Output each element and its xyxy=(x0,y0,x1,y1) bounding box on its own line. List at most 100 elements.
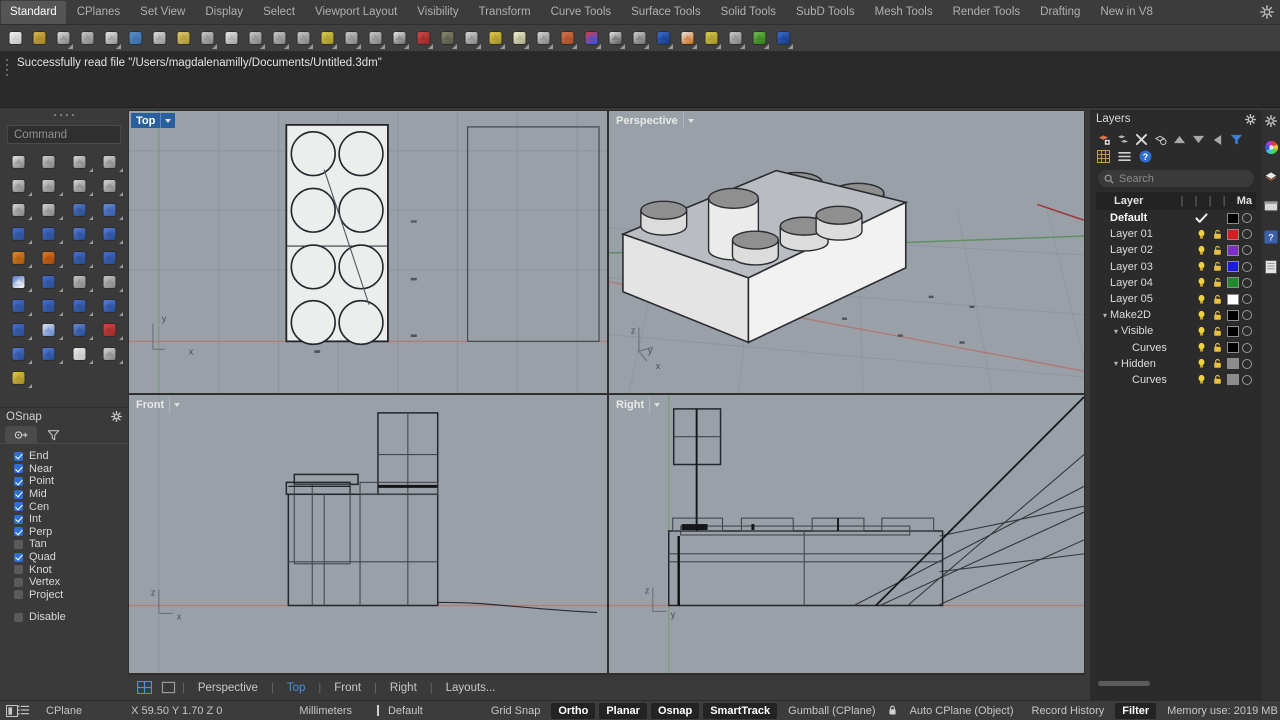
save-file-icon[interactable] xyxy=(52,28,74,49)
rectangle-icon[interactable] xyxy=(95,174,124,197)
offset-curve-icon[interactable] xyxy=(65,270,94,293)
trim-icon[interactable] xyxy=(65,246,94,269)
layer-color-swatch[interactable] xyxy=(1227,293,1239,305)
boolean-union-icon[interactable] xyxy=(4,270,33,293)
layer-material-icon[interactable] xyxy=(1242,294,1252,305)
layer-material-icon[interactable] xyxy=(1242,245,1252,256)
layer-row[interactable]: ▾ Visible xyxy=(1090,323,1262,339)
polyline-icon[interactable] xyxy=(65,150,94,173)
viewport-front-label[interactable]: Front xyxy=(131,397,184,412)
status-toggle-osnap[interactable]: Osnap xyxy=(650,702,700,719)
new-sublayer-icon[interactable] xyxy=(1115,132,1130,147)
layer-twisty-icon[interactable]: ▾ xyxy=(1111,327,1121,336)
layer-color-swatch[interactable] xyxy=(1227,212,1239,224)
shaded-view-icon[interactable] xyxy=(604,28,626,49)
osnap-int-checkbox[interactable] xyxy=(14,514,23,524)
gear-icon[interactable] xyxy=(1260,5,1274,19)
move-left-icon[interactable] xyxy=(1210,132,1225,147)
circle-icon[interactable] xyxy=(4,174,33,197)
current-layer-name[interactable]: Default xyxy=(379,701,432,720)
point-grid-icon[interactable] xyxy=(65,318,94,341)
layer-row[interactable]: Curves xyxy=(1090,340,1262,356)
layer-visibility-bulb-icon[interactable] xyxy=(1195,293,1208,306)
analyze-icon[interactable] xyxy=(95,318,124,341)
osnap-end[interactable]: End xyxy=(14,450,128,463)
osnap-perp[interactable]: Perp xyxy=(14,526,128,539)
single-view-layout-icon[interactable] xyxy=(158,680,178,696)
layer-material-icon[interactable] xyxy=(1242,310,1252,321)
join-icon[interactable] xyxy=(34,246,63,269)
units-label[interactable]: Millimeters xyxy=(231,701,361,720)
grid-view-icon[interactable] xyxy=(1096,149,1111,164)
status-toggle-auto-cplane-object-[interactable]: Auto CPlane (Object) xyxy=(901,701,1023,720)
menu-tab-visibility[interactable]: Visibility xyxy=(408,1,467,24)
osnap-vertex[interactable]: Vertex xyxy=(14,576,128,589)
layer-visibility-bulb-icon[interactable] xyxy=(1195,373,1208,386)
viewport-layout-icon[interactable] xyxy=(388,28,410,49)
osnap-near-checkbox[interactable] xyxy=(14,464,23,474)
layer-material-icon[interactable] xyxy=(1242,261,1252,272)
status-toggle-smarttrack[interactable]: SmartTrack xyxy=(703,702,778,719)
open-file-icon[interactable] xyxy=(28,28,50,49)
layer-icon[interactable] xyxy=(556,28,578,49)
menu-tab-render-tools[interactable]: Render Tools xyxy=(944,1,1030,24)
layer-material-icon[interactable] xyxy=(1242,342,1252,353)
status-toggle-record-history[interactable]: Record History xyxy=(1023,701,1114,720)
text-icon[interactable] xyxy=(4,294,33,317)
viewport-right-label[interactable]: Right xyxy=(611,397,664,412)
layer-visibility-bulb-icon[interactable] xyxy=(1195,228,1208,241)
command-input[interactable]: Command xyxy=(7,125,121,144)
explode-icon[interactable] xyxy=(4,246,33,269)
delete-layer-icon[interactable] xyxy=(1134,132,1149,147)
point-editing-icon[interactable] xyxy=(484,28,506,49)
layer-lock-icon[interactable] xyxy=(1211,276,1224,289)
copy-icon[interactable] xyxy=(148,28,170,49)
menu-tab-cplanes[interactable]: CPlanes xyxy=(68,1,129,24)
paste-icon[interactable] xyxy=(172,28,194,49)
layer-color-swatch[interactable] xyxy=(1227,374,1239,386)
color-wheel-icon[interactable] xyxy=(580,28,602,49)
command-history-grip[interactable] xyxy=(2,56,12,104)
layer-twisty-icon[interactable]: ▾ xyxy=(1111,359,1121,368)
osnap-project[interactable]: Project xyxy=(14,589,128,602)
notes-icon[interactable] xyxy=(1262,252,1280,282)
viewport-top-label[interactable]: Top xyxy=(131,113,176,128)
status-toggle-gumball-cplane-[interactable]: Gumball (CPlane) xyxy=(779,701,884,720)
polygon-icon[interactable] xyxy=(4,198,33,221)
layer-lock-icon[interactable] xyxy=(1211,244,1224,257)
help-icon[interactable] xyxy=(772,28,794,49)
vp-tab-top[interactable]: Top xyxy=(274,675,319,701)
render-sphere-icon[interactable] xyxy=(652,28,674,49)
render-icon[interactable] xyxy=(412,28,434,49)
cplane-icon[interactable] xyxy=(460,28,482,49)
menu-tab-mesh-tools[interactable]: Mesh Tools xyxy=(866,1,942,24)
new-layer-icon[interactable] xyxy=(1096,132,1111,147)
osnap-perp-checkbox[interactable] xyxy=(14,527,23,537)
pan-icon[interactable] xyxy=(220,28,242,49)
grasshopper-icon[interactable] xyxy=(748,28,770,49)
osnap-disable-checkbox[interactable] xyxy=(14,612,23,622)
mirror-icon[interactable] xyxy=(95,294,124,317)
menu-tab-drafting[interactable]: Drafting xyxy=(1031,1,1089,24)
lock-icon[interactable] xyxy=(532,28,554,49)
panel-grip[interactable] xyxy=(0,108,128,122)
menu-tab-curve-tools[interactable]: Curve Tools xyxy=(542,1,621,24)
dimension-icon[interactable] xyxy=(724,28,746,49)
ghosted-view-icon[interactable] xyxy=(628,28,650,49)
layer-lock-icon[interactable] xyxy=(1211,373,1224,386)
menu-tab-viewport-layout[interactable]: Viewport Layout xyxy=(306,1,406,24)
menu-tab-set-view[interactable]: Set View xyxy=(131,1,194,24)
layer-material-icon[interactable] xyxy=(1242,229,1252,240)
layer-material-icon[interactable] xyxy=(1242,213,1252,224)
layer-visibility-bulb-icon[interactable] xyxy=(1195,357,1208,370)
menu-tab-solid-tools[interactable]: Solid Tools xyxy=(712,1,785,24)
cut-icon[interactable] xyxy=(124,28,146,49)
layer-visibility-bulb-icon[interactable] xyxy=(1195,325,1208,338)
sphere-icon[interactable] xyxy=(34,222,63,245)
layer-row[interactable]: Layer 02 xyxy=(1090,242,1262,258)
viewport-right[interactable]: z y Right xyxy=(608,394,1085,674)
layer-row[interactable]: Layer 05 xyxy=(1090,291,1262,307)
duplicate-layer-icon[interactable] xyxy=(1153,132,1168,147)
status-toggle-grid-snap[interactable]: Grid Snap xyxy=(482,701,550,720)
osnap-end-checkbox[interactable] xyxy=(14,451,23,461)
